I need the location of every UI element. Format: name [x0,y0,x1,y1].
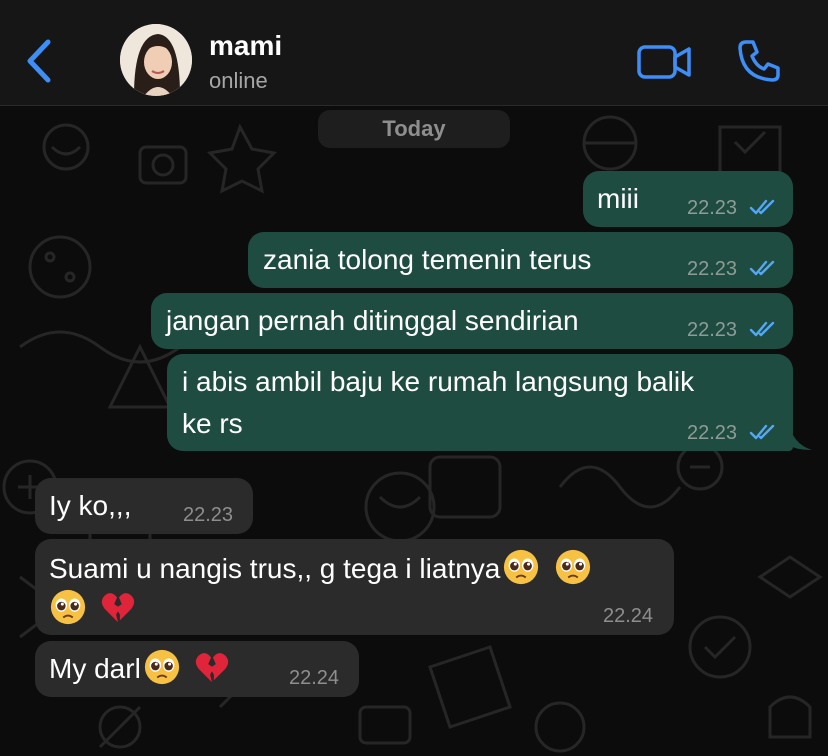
message-text-line: My darl [49,647,231,691]
pleading-face-emoji-icon [50,589,86,625]
message-time: 22.23 [183,504,234,526]
message-text-line-2: ke rs [182,408,243,439]
pleading-face-emoji-icon [144,649,179,685]
message-text: My darl [49,653,141,684]
outgoing-message[interactable]: zania tolong temenin terus 22.23 [248,232,793,288]
message-text: zania tolong temenin terus [263,244,592,275]
incoming-message[interactable]: Iy ko,,, 22.23 [35,478,253,534]
read-double-tick-icon [749,260,775,276]
message-text: miii [597,183,639,214]
read-double-tick-icon [749,321,775,337]
message-time: 22.24 [289,667,340,689]
message-time: 22.23 [687,197,738,219]
video-call-icon[interactable] [636,40,692,84]
incoming-message[interactable]: My darl 22.24 [35,641,359,697]
outgoing-message[interactable]: jangan pernah ditinggal sendirian 22.23 [151,293,793,349]
contact-name[interactable]: mami [209,30,282,62]
message-time: 22.23 [687,258,738,280]
message-text-line-2 [49,587,137,631]
outgoing-message[interactable]: miii 22.23 [583,171,793,227]
message-text: Suami u nangis trus,, g tega i liatnya [49,553,501,584]
incoming-message[interactable]: Suami u nangis trus,, g tega i liatnya 2… [35,539,674,635]
phone-call-icon[interactable] [736,38,782,84]
pleading-face-emoji-icon [504,549,539,585]
message-text-line-1: i abis ambil baju ke rumah langsung bali… [182,366,695,397]
message-text: Iy ko,,, [49,490,132,521]
message-time: 22.24 [603,605,654,627]
chat-header: mami online [0,0,828,106]
bubble-tail [788,420,812,450]
message-text-line-1: Suami u nangis trus,, g tega i liatnya [49,547,592,591]
read-double-tick-icon [749,424,775,440]
contact-status: online [209,68,268,93]
message-time: 22.23 [687,319,738,341]
back-chevron-icon[interactable] [22,38,56,84]
pleading-face-emoji-icon [556,549,591,585]
contact-avatar[interactable] [120,24,192,96]
avatar-photo [120,24,192,96]
broken-heart-emoji-icon [101,593,135,623]
outgoing-message[interactable]: i abis ambil baju ke rumah langsung bali… [167,354,793,451]
message-text: jangan pernah ditinggal sendirian [166,305,579,336]
message-time: 22.23 [687,422,738,444]
broken-heart-emoji-icon [195,653,228,683]
read-double-tick-icon [749,199,775,215]
date-separator: Today [318,110,510,148]
chat-screen: mami online Today miii 22.23 zania tolon… [0,0,828,756]
